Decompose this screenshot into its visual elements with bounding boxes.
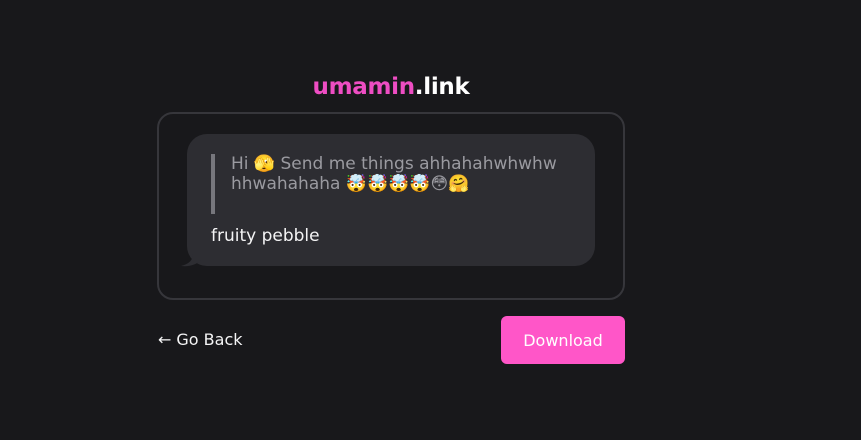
go-back-label: Go Back: [176, 330, 243, 349]
logo-brand-text: umamin: [312, 74, 416, 100]
site-logo[interactable]: umamin .link: [293, 72, 489, 102]
back-arrow-icon: ←: [158, 330, 172, 349]
message-card: Hi 🫣 Send me things ahhahahwhwhwhhwahaha…: [157, 112, 625, 300]
bubble-tail-icon: [181, 246, 203, 267]
logo-tld-text: .link: [414, 74, 470, 100]
message-bubble: Hi 🫣 Send me things ahhahahwhwhwhhwahaha…: [187, 134, 595, 266]
prompt-quote: Hi 🫣 Send me things ahhahahwhwhwhhwahaha…: [211, 154, 563, 214]
reply-text: fruity pebble: [211, 226, 320, 246]
go-back-link[interactable]: ← Go Back: [158, 329, 243, 351]
download-button[interactable]: Download: [501, 316, 625, 364]
